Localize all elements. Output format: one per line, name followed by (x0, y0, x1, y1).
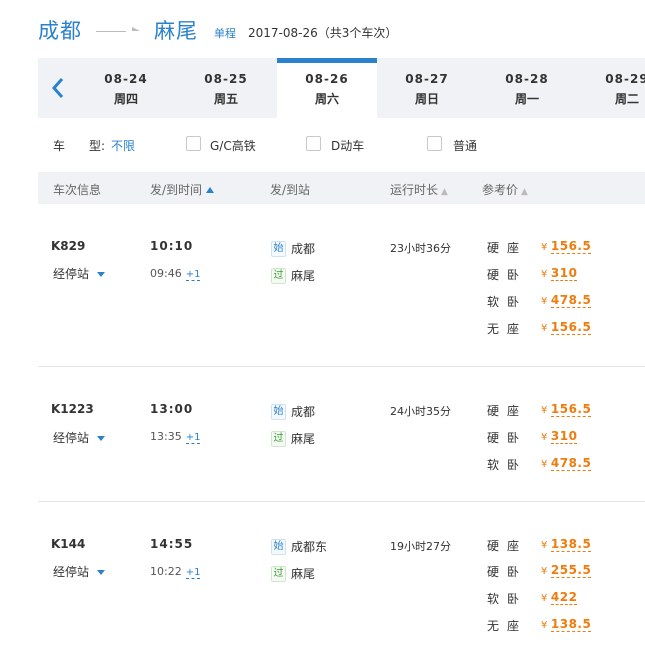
caret-down-icon (97, 570, 106, 575)
filter-label: 车 型: (53, 138, 106, 153)
train-type-filter: 车 型: 不限 (53, 135, 135, 155)
seat-price[interactable]: ¥478.5 (541, 456, 592, 471)
d-option-label[interactable]: D动车 (331, 137, 364, 154)
arrival-station: 过麻尾 (271, 428, 315, 447)
departure-time: 10:10 (150, 239, 194, 253)
seat-type: 软卧 (487, 592, 528, 606)
train-number[interactable]: K144 (51, 537, 85, 551)
train-number[interactable]: K829 (51, 239, 85, 253)
date-tab[interactable]: 08-24 周四 (76, 58, 176, 118)
seat-price[interactable]: ¥478.5 (541, 293, 592, 308)
route-arrow-icon (96, 30, 126, 32)
seat-price[interactable]: ¥422 (541, 590, 578, 605)
sort-icon: ▲ (521, 187, 528, 197)
seat-type: 硬座 (487, 241, 528, 255)
departure-station: 始成都 (271, 238, 315, 257)
gc-option-label[interactable]: G/C高铁 (210, 137, 256, 154)
seat-type: 软卧 (487, 458, 528, 472)
arrival-time: 13:35 +1 (150, 430, 201, 444)
origin-badge: 始 (271, 403, 286, 420)
stops-toggle[interactable]: 经停站 (53, 563, 106, 580)
col-price[interactable]: 参考价 ▲ (482, 181, 528, 198)
departure-time: 14:55 (150, 537, 194, 551)
seat-type: 硬卧 (487, 268, 528, 282)
sort-asc-icon (206, 187, 215, 193)
col-train-info: 车次信息 (53, 183, 102, 197)
date-tab[interactable]: 08-29 周二 (577, 58, 645, 118)
from-city: 成都 (38, 19, 82, 43)
duration: 19小时27分 (390, 540, 451, 553)
normal-checkbox[interactable] (427, 136, 442, 151)
seat-price[interactable]: ¥310 (541, 429, 578, 444)
seat-price[interactable]: ¥310 (541, 266, 578, 281)
seat-price[interactable]: ¥156.5 (541, 320, 592, 335)
arrival-time: 09:46 +1 (150, 267, 201, 281)
origin-badge: 始 (271, 240, 286, 257)
col-station: 发/到站 (270, 183, 311, 197)
seat-type: 无座 (487, 322, 528, 336)
origin-badge: 始 (271, 538, 286, 555)
seat-type: 硬卧 (487, 431, 528, 445)
gc-checkbox[interactable] (186, 136, 201, 151)
trip-type: 单程 (214, 27, 236, 40)
seat-type: 硬卧 (487, 565, 528, 579)
date-bar: 08-24 周四 08-25 周五 08-26 周六 08-27 周日 08-2… (38, 58, 645, 118)
stops-toggle[interactable]: 经停站 (53, 265, 106, 282)
seat-type: 软卧 (487, 295, 528, 309)
train-number[interactable]: K1223 (51, 402, 94, 416)
col-duration[interactable]: 运行时长 ▲ (390, 181, 448, 198)
date-tab[interactable]: 08-27 周日 (377, 58, 477, 118)
row-divider (38, 366, 645, 367)
pass-badge: 过 (271, 565, 286, 582)
route-header: 成都 麻尾 单程 2017-08-26（共3个车次） (38, 14, 397, 46)
seat-price[interactable]: ¥138.5 (541, 537, 592, 552)
departure-station: 始成都 (271, 401, 315, 420)
date-tab-active[interactable]: 08-26 周六 (277, 58, 377, 118)
seat-type: 硬座 (487, 539, 528, 553)
caret-down-icon (97, 436, 106, 441)
seat-price[interactable]: ¥138.5 (541, 617, 592, 632)
departure-time: 13:00 (150, 402, 194, 416)
arrival-station: 过麻尾 (271, 265, 315, 284)
filter-value[interactable]: 不限 (111, 137, 135, 154)
duration: 24小时35分 (390, 405, 451, 418)
duration: 23小时36分 (390, 242, 451, 255)
table-header: 车次信息 发/到时间 发/到站 运行时长 ▲ 参考价 ▲ (38, 172, 645, 204)
seat-price[interactable]: ¥156.5 (541, 402, 592, 417)
departure-station: 始成都东 (271, 536, 327, 555)
pass-badge: 过 (271, 430, 286, 447)
arrival-time: 10:22 +1 (150, 565, 201, 579)
trip-summary: 2017-08-26（共3个车次） (248, 26, 398, 40)
row-divider (38, 501, 645, 502)
date-tab[interactable]: 08-25 周五 (176, 58, 276, 118)
seat-type: 硬座 (487, 404, 528, 418)
date-tab[interactable]: 08-28 周一 (477, 58, 577, 118)
normal-option-label[interactable]: 普通 (453, 137, 477, 154)
pass-badge: 过 (271, 267, 286, 284)
stops-toggle[interactable]: 经停站 (53, 429, 106, 446)
to-city: 麻尾 (154, 19, 198, 43)
caret-down-icon (97, 272, 106, 277)
arrival-station: 过麻尾 (271, 563, 315, 582)
seat-price[interactable]: ¥156.5 (541, 239, 592, 254)
seat-type: 无座 (487, 619, 528, 633)
sort-icon: ▲ (441, 187, 448, 197)
col-time[interactable]: 发/到时间 (150, 181, 215, 198)
seat-price[interactable]: ¥255.5 (541, 563, 592, 578)
chevron-left-icon[interactable] (38, 58, 78, 118)
d-checkbox[interactable] (306, 136, 321, 151)
